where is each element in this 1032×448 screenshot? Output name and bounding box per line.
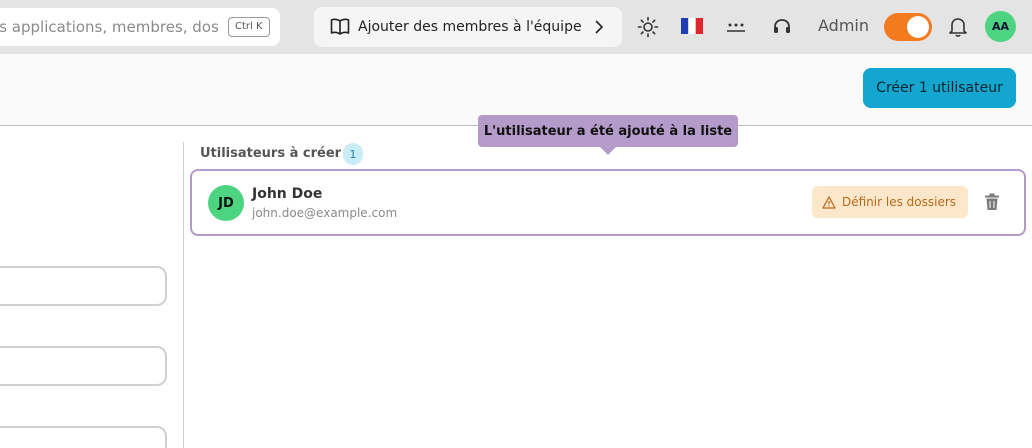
- search-box[interactable]: Ctrl K: [0, 8, 280, 46]
- tooltip-arrow: [600, 147, 616, 155]
- search-input[interactable]: [0, 8, 218, 46]
- top-bar: Ctrl K Ajouter des membres à l'équipe: [0, 0, 1032, 54]
- success-tooltip: L'utilisateur a été ajouté à la liste: [478, 115, 738, 147]
- support-headset-icon[interactable]: [770, 15, 794, 39]
- user-card-avatar: JD: [208, 185, 244, 221]
- warning-icon: [822, 195, 836, 209]
- flag-fr-icon[interactable]: [681, 17, 703, 35]
- chevron-right-icon: [595, 20, 604, 34]
- user-avatar[interactable]: AA: [985, 11, 1016, 42]
- user-email: john.doe@example.com: [252, 206, 398, 220]
- add-members-guide-label: Ajouter des membres à l'équipe: [358, 19, 582, 35]
- search-shortcut-badge: Ctrl K: [228, 17, 270, 37]
- define-folders-button[interactable]: Définir les dossiers: [812, 186, 968, 218]
- form-field[interactable]: [0, 426, 167, 448]
- users-to-create-title: Utilisateurs à créer: [200, 146, 342, 161]
- book-icon: [330, 18, 350, 35]
- form-field[interactable]: [0, 346, 167, 386]
- add-members-guide-button[interactable]: Ajouter des membres à l'équipe: [314, 7, 622, 47]
- sun-icon[interactable]: [636, 15, 660, 39]
- user-card: JD John Doe john.doe@example.com Définir…: [190, 169, 1026, 236]
- panel-divider: [183, 142, 184, 448]
- form-field[interactable]: [0, 266, 167, 306]
- create-users-button[interactable]: Créer 1 utilisateur: [863, 68, 1016, 108]
- admin-mode-toggle[interactable]: [884, 13, 932, 41]
- bell-icon[interactable]: [946, 14, 970, 40]
- users-count-badge: 1: [343, 143, 363, 165]
- password-icon[interactable]: [724, 15, 748, 39]
- admin-mode-label: Admin: [818, 16, 869, 35]
- define-folders-label: Définir les dossiers: [842, 195, 957, 209]
- trash-icon[interactable]: [984, 193, 1000, 211]
- user-name: John Doe: [252, 186, 323, 202]
- toggle-knob: [907, 16, 929, 38]
